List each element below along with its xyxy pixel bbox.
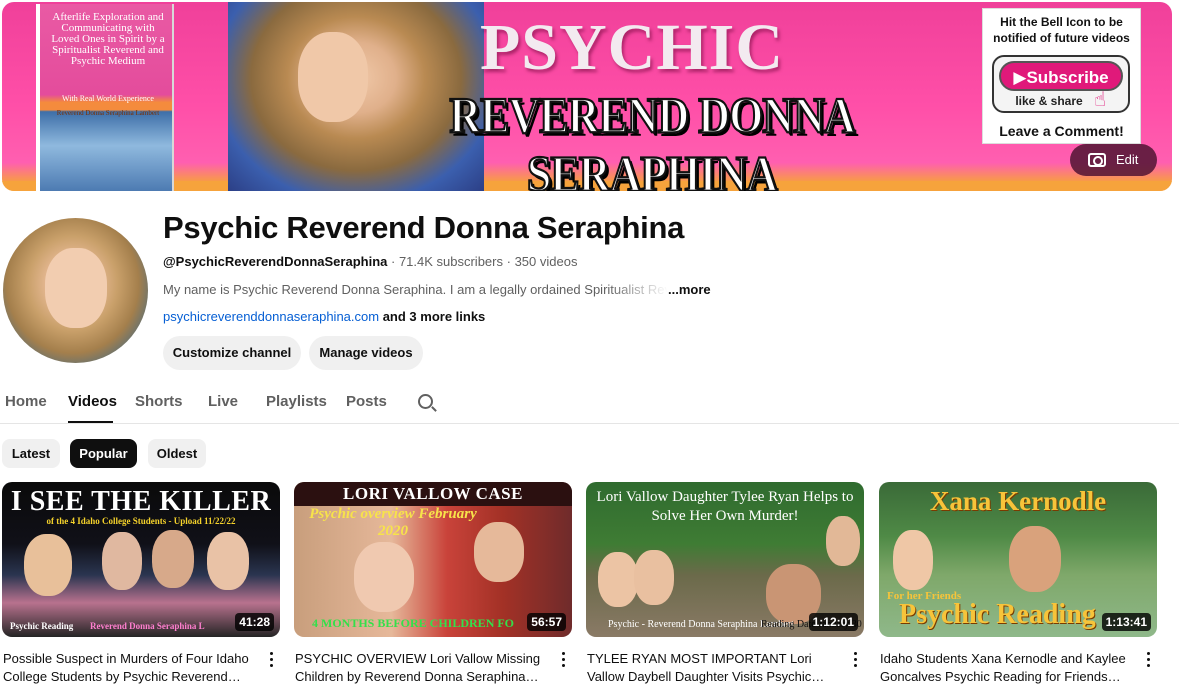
manage-videos-button[interactable]: Manage videos <box>309 336 423 370</box>
thumbnail-headline: I SEE THE KILLER <box>10 486 272 517</box>
chip-popular[interactable]: Popular <box>70 439 137 468</box>
video-card[interactable]: I SEE THE KILLER of the 4 Idaho College … <box>2 482 280 684</box>
bell-promo-box: Hit the Bell Icon to be notified of futu… <box>982 8 1141 144</box>
meta-separator: · <box>503 254 515 269</box>
banner-book-cover: Afterlife Exploration and Communicating … <box>36 4 174 191</box>
video-duration: 41:28 <box>235 613 274 631</box>
video-title[interactable]: TYLEE RYAN MOST IMPORTANT Lori Vallow Da… <box>587 650 837 685</box>
thumbnail-subline: of the 4 Idaho College Students - Upload… <box>46 516 236 526</box>
banner-headline: PSYCHIC <box>479 11 785 84</box>
chip-oldest[interactable]: Oldest <box>148 439 206 468</box>
bell-text: Hit the Bell Icon to be notified of futu… <box>993 15 1130 45</box>
thumbnail-subline: Psychic overview February 2020 <box>309 506 477 539</box>
thumbnail-headline: LORI VALLOW CASE <box>343 484 523 503</box>
video-thumbnail[interactable]: I SEE THE KILLER of the 4 Idaho College … <box>2 482 280 637</box>
subscribe-graphic: ▶Subscribe like & share ☝ <box>992 55 1130 113</box>
subscriber-count: 71.4K subscribers <box>398 254 503 269</box>
video-thumbnail[interactable]: LORI VALLOW CASE Psychic overview Februa… <box>294 482 572 637</box>
channel-name: Psychic Reverend Donna Seraphina <box>163 210 685 245</box>
video-thumbnail[interactable]: Xana Kernodle For her Friends Psychic Re… <box>879 482 1157 637</box>
channel-handle: @PsychicReverendDonnaSeraphina <box>163 254 388 269</box>
book-subtitle: With Real World Experience <box>62 94 154 103</box>
thumbnail-footer: 4 MONTHS BEFORE CHILDREN FO <box>312 616 515 630</box>
tab-playlists[interactable]: Playlists <box>266 393 327 410</box>
video-title[interactable]: PSYCHIC OVERVIEW Lori Vallow Missing Chi… <box>295 650 545 685</box>
tab-videos[interactable]: Videos <box>68 393 117 410</box>
video-card[interactable]: LORI VALLOW CASE Psychic overview Februa… <box>294 482 572 684</box>
book-title: Afterlife Exploration and Communicating … <box>51 11 165 67</box>
thumbnail-footer: Psychic Reading <box>10 621 74 631</box>
channel-meta: @PsychicReverendDonnaSeraphina · 71.4K s… <box>163 254 577 269</box>
tab-home[interactable]: Home <box>5 393 47 410</box>
edit-label: Edit <box>1116 152 1139 167</box>
banner-name: REVEREND DONNA SERAPHINA <box>448 86 856 191</box>
like-share-text: like & share <box>1015 94 1083 108</box>
video-duration: 1:12:01 <box>808 613 858 631</box>
more-vert-icon[interactable] <box>560 652 566 668</box>
meta-separator: · <box>387 254 399 269</box>
more-vert-icon[interactable] <box>1145 652 1151 668</box>
chip-latest[interactable]: Latest <box>2 439 60 468</box>
channel-links: psychicreverenddonnaseraphina.com and 3 … <box>163 309 485 324</box>
leave-comment-text: Leave a Comment! <box>999 123 1124 139</box>
tab-live[interactable]: Live <box>208 393 238 410</box>
video-card[interactable]: Lori Vallow Daughter Tylee Ryan Helps to… <box>586 482 864 684</box>
description-text: My name is Psychic Reverend Donna Seraph… <box>163 282 668 297</box>
channel-description[interactable]: My name is Psychic Reverend Donna Seraph… <box>163 282 711 297</box>
video-thumbnail[interactable]: Lori Vallow Daughter Tylee Ryan Helps to… <box>586 482 864 637</box>
customize-channel-button[interactable]: Customize channel <box>163 336 301 370</box>
more-vert-icon[interactable] <box>268 652 274 668</box>
video-count: 350 videos <box>514 254 578 269</box>
book-author: Reverend Donna Seraphina Lambert <box>56 109 160 117</box>
website-link[interactable]: psychicreverenddonnaseraphina.com <box>163 309 379 324</box>
more-links[interactable]: and 3 more links <box>379 309 486 324</box>
video-duration: 56:57 <box>527 613 566 631</box>
thumbnail-headline: Xana Kernodle <box>929 486 1107 516</box>
thumbnail-footer-name: Reverend Donna Seraphina L <box>90 621 205 631</box>
channel-tabs: Home Videos Shorts Live Playlists Posts <box>0 380 1179 424</box>
tab-shorts[interactable]: Shorts <box>135 393 183 410</box>
subscribe-text: Subscribe <box>1026 68 1109 87</box>
tab-posts[interactable]: Posts <box>346 393 387 410</box>
more-link[interactable]: ...more <box>668 282 711 297</box>
channel-avatar[interactable] <box>3 218 148 363</box>
camera-icon <box>1088 153 1106 167</box>
thumbnail-headline: Lori Vallow Daughter Tylee Ryan Helps to… <box>596 489 854 524</box>
video-title[interactable]: Possible Suspect in Murders of Four Idah… <box>3 650 253 685</box>
video-duration: 1:13:41 <box>1101 613 1151 631</box>
pointer-hand-icon: ☝ <box>1094 89 1107 111</box>
search-icon[interactable] <box>418 394 433 409</box>
thumbnail-footer: Psychic Reading <box>899 599 1096 630</box>
video-card[interactable]: Xana Kernodle For her Friends Psychic Re… <box>879 482 1157 684</box>
video-title[interactable]: Idaho Students Xana Kernodle and Kaylee … <box>880 650 1130 685</box>
edit-banner-button[interactable]: Edit <box>1070 144 1157 176</box>
channel-banner: Afterlife Exploration and Communicating … <box>2 2 1172 191</box>
active-tab-indicator <box>68 421 113 423</box>
more-vert-icon[interactable] <box>852 652 858 668</box>
